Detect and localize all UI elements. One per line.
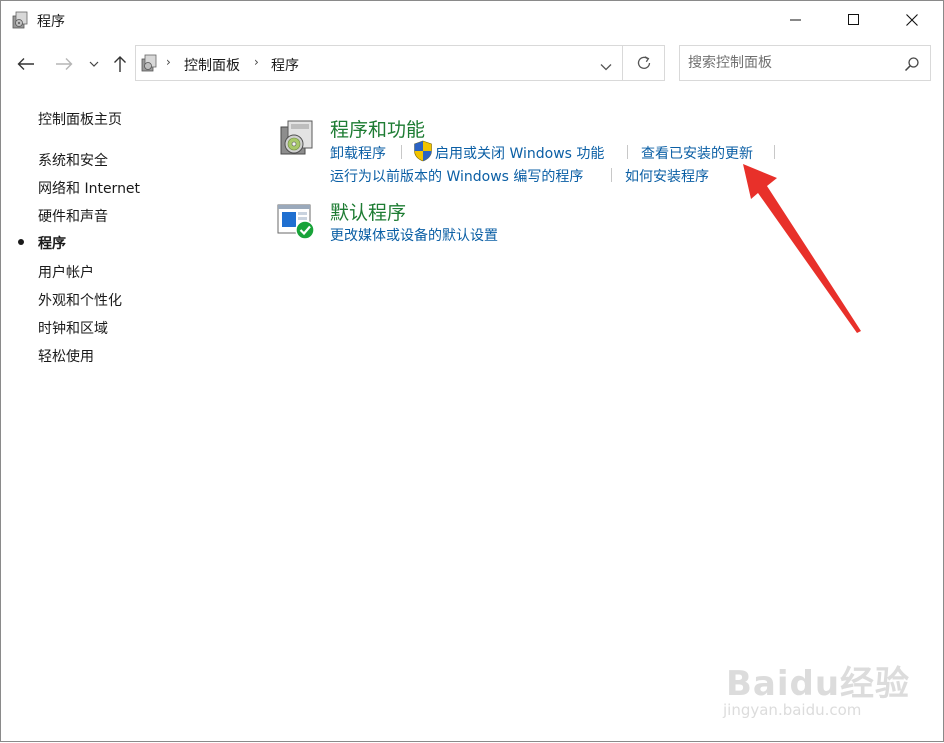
sidebar-item-hardware-sound[interactable]: 硬件和声音 (38, 206, 108, 226)
address-history-button[interactable] (600, 56, 612, 75)
search-input[interactable] (680, 46, 898, 80)
chevron-down-icon (89, 61, 99, 67)
maximize-icon (848, 14, 859, 25)
minimize-button[interactable] (767, 1, 825, 39)
forward-button[interactable] (51, 51, 77, 77)
maximize-button[interactable] (825, 1, 883, 39)
back-button[interactable] (13, 51, 39, 77)
sidebar-item-clock-region[interactable]: 时钟和区域 (38, 318, 108, 338)
sidebar-item-appearance[interactable]: 外观和个性化 (38, 290, 122, 310)
control-panel-window: 程序 › 控制面板 › 程序 搜索控制面板 控制面板主页 系统和安全 网络和 I… (0, 0, 944, 742)
control-panel-icon (12, 11, 28, 29)
arrow-right-icon (56, 58, 73, 70)
annotation-arrow (743, 164, 861, 333)
up-button[interactable] (107, 51, 133, 77)
default-programs-icon[interactable] (277, 203, 317, 245)
window-title: 程序 (37, 14, 65, 30)
link-separator (774, 145, 775, 159)
link-separator (627, 145, 628, 159)
recent-locations-button[interactable] (85, 51, 103, 77)
close-button[interactable] (883, 1, 941, 39)
windows-features-link[interactable]: 启用或关闭 Windows 功能 (435, 143, 604, 163)
chevron-right-icon[interactable]: › (254, 55, 259, 69)
refresh-button[interactable] (623, 45, 665, 81)
breadcrumb-programs[interactable]: 程序 (271, 55, 299, 75)
sidebar-item-system-security[interactable]: 系统和安全 (38, 150, 108, 170)
how-to-install-link[interactable]: 如何安装程序 (625, 166, 709, 186)
search-icon[interactable] (904, 56, 920, 76)
view-installed-updates-link[interactable]: 查看已安装的更新 (641, 143, 753, 163)
default-programs-title[interactable]: 默认程序 (330, 198, 406, 225)
arrow-up-icon (114, 56, 126, 72)
breadcrumb-control-panel[interactable]: 控制面板 (184, 55, 240, 75)
sidebar-item-ease-of-access[interactable]: 轻松使用 (38, 346, 94, 366)
control-panel-icon (141, 54, 157, 72)
watermark-brand: Baidu经验 (726, 664, 911, 704)
arrow-left-icon (17, 58, 34, 70)
programs-features-icon[interactable] (279, 119, 315, 161)
watermark-url: jingyan.baidu.com (723, 701, 862, 719)
refresh-icon (637, 56, 650, 69)
chevron-right-icon[interactable]: › (166, 55, 171, 69)
title-bar: 程序 (1, 1, 943, 39)
uac-shield-icon (413, 140, 433, 166)
search-box[interactable] (679, 45, 931, 81)
sidebar-item-network-internet[interactable]: 网络和 Internet (38, 178, 140, 198)
sidebar-home-link[interactable]: 控制面板主页 (38, 109, 122, 129)
compatibility-link[interactable]: 运行为以前版本的 Windows 编写的程序 (330, 166, 583, 186)
link-separator (401, 145, 402, 159)
address-bar[interactable]: › 控制面板 › 程序 (135, 45, 623, 81)
change-media-defaults-link[interactable]: 更改媒体或设备的默认设置 (330, 225, 498, 245)
programs-features-title[interactable]: 程序和功能 (330, 115, 425, 142)
minimize-icon (790, 19, 801, 21)
sidebar-item-programs[interactable]: 程序 (38, 233, 66, 253)
close-icon (906, 14, 918, 26)
current-item-bullet (18, 239, 24, 245)
chevron-down-icon (600, 64, 612, 71)
sidebar-item-user-accounts[interactable]: 用户帐户 (38, 262, 94, 282)
uninstall-program-link[interactable]: 卸载程序 (330, 143, 386, 163)
link-separator (611, 168, 612, 182)
